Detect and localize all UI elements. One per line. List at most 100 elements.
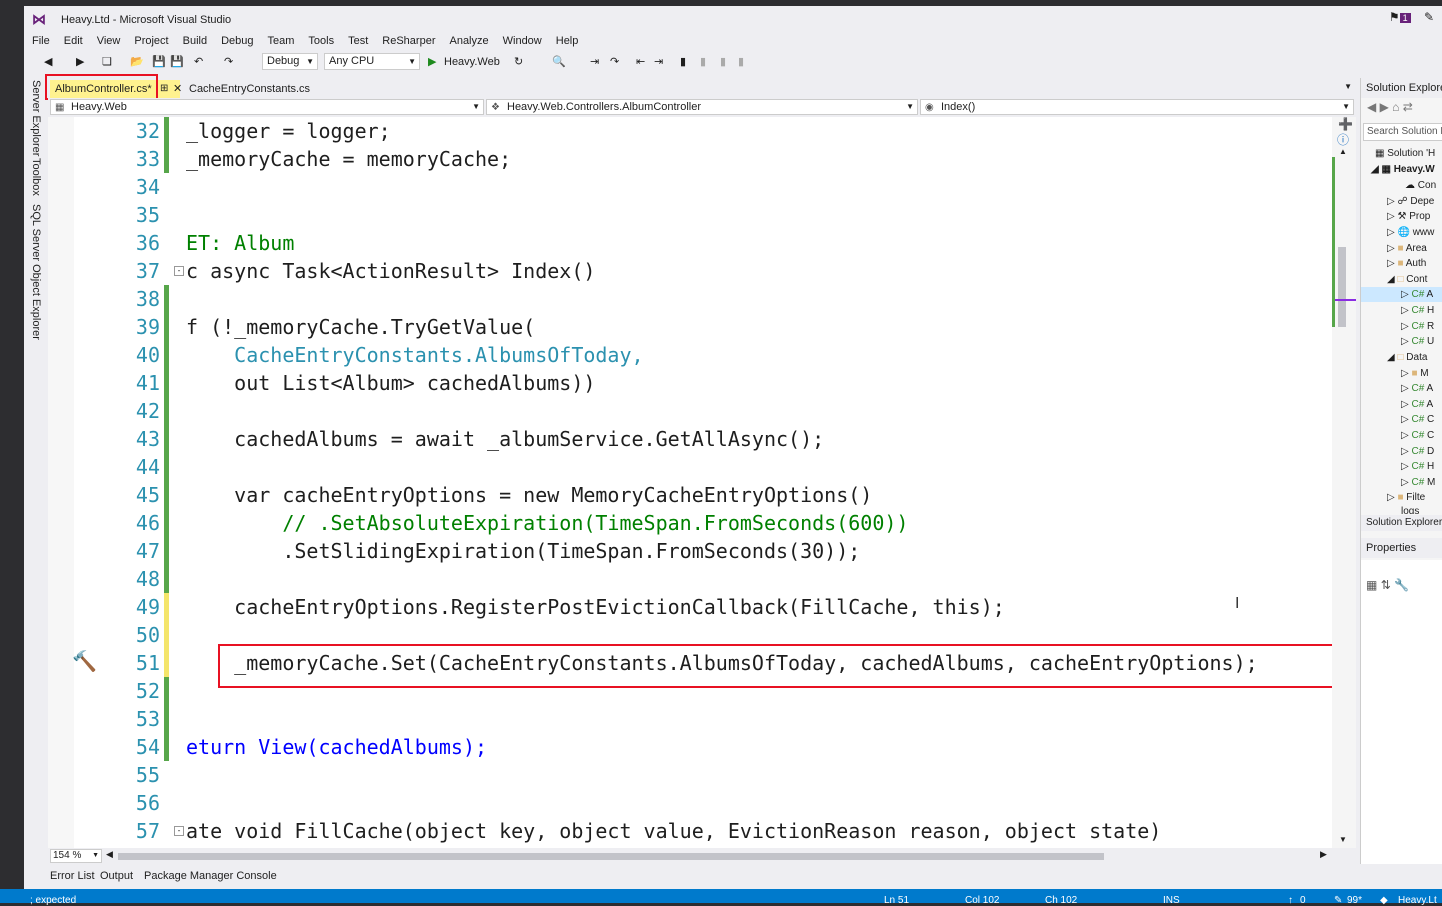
- pin-icon[interactable]: ⊞: [160, 80, 168, 98]
- code-text[interactable]: ET: Album: [186, 229, 294, 257]
- tree-item[interactable]: ▦ Solution 'H: [1375, 146, 1435, 161]
- back-icon[interactable]: ◀: [1367, 100, 1376, 114]
- close-icon[interactable]: ✕: [173, 80, 182, 98]
- notification-flag-icon[interactable]: ⚑: [1389, 10, 1400, 24]
- tree-item[interactable]: ▷ C# M: [1401, 475, 1435, 490]
- new-project-icon[interactable]: ❏: [102, 54, 112, 70]
- help-icon[interactable]: ⓘ: [1337, 131, 1349, 148]
- tree-item[interactable]: ▷ C# D: [1401, 444, 1434, 459]
- toolbox-tab[interactable]: Toolbox: [30, 158, 42, 196]
- menu-tools[interactable]: Tools: [308, 32, 334, 50]
- notification-badge[interactable]: 1: [1399, 13, 1411, 23]
- tab-package-manager-console[interactable]: Package Manager Console: [144, 870, 277, 882]
- tree-item[interactable]: ▷ ☍ Depe: [1387, 194, 1434, 209]
- code-text[interactable]: out List<Album> cachedAlbums)): [186, 369, 595, 397]
- menu-resharper[interactable]: ReSharper: [382, 32, 435, 50]
- step-icon[interactable]: ⇥: [590, 54, 599, 70]
- configuration-select[interactable]: Debug ▼: [262, 53, 318, 70]
- tree-item[interactable]: ▷ C# H: [1401, 303, 1434, 318]
- menu-team[interactable]: Team: [268, 32, 295, 50]
- code-text[interactable]: _memoryCache = memoryCache;: [186, 145, 511, 173]
- class-select[interactable]: ❖ Heavy.Web.Controllers.AlbumController ▼: [486, 99, 918, 115]
- clear-bookmarks-icon[interactable]: ▮: [738, 54, 744, 70]
- horizontal-scroll-thumb[interactable]: [118, 853, 1104, 860]
- menu-edit[interactable]: Edit: [64, 32, 83, 50]
- code-text[interactable]: _logger = logger;: [186, 117, 391, 145]
- sync-icon[interactable]: ⇄: [1403, 100, 1413, 114]
- scroll-down-icon[interactable]: ▼: [1339, 835, 1347, 844]
- tab-cache-entry-constants[interactable]: CacheEntryConstants.cs: [184, 80, 334, 98]
- open-file-icon[interactable]: 📂: [130, 54, 144, 70]
- tree-item[interactable]: ◢ ▦ Heavy.W: [1371, 162, 1435, 177]
- find-icon[interactable]: 🔍: [552, 54, 566, 70]
- menu-analyze[interactable]: Analyze: [449, 32, 488, 50]
- scroll-thumb[interactable]: [1338, 247, 1346, 327]
- next-bookmark-icon[interactable]: ▮: [720, 54, 726, 70]
- save-icon[interactable]: 💾: [152, 54, 166, 70]
- forward-icon[interactable]: ▶: [76, 54, 84, 70]
- save-all-icon[interactable]: 💾: [170, 54, 184, 70]
- alphabetical-icon[interactable]: ⇅: [1381, 578, 1391, 592]
- tree-item[interactable]: ▷ C# C: [1401, 428, 1434, 443]
- status-changes[interactable]: 99*: [1347, 895, 1362, 906]
- home-icon[interactable]: ⌂: [1392, 100, 1399, 114]
- tree-item[interactable]: ▷ C# C: [1401, 412, 1434, 427]
- tree-item[interactable]: ◢ □ Data: [1387, 350, 1427, 365]
- tree-item[interactable]: ▷ ■ Area: [1387, 241, 1427, 256]
- menu-build[interactable]: Build: [183, 32, 207, 50]
- tree-item[interactable]: ◢ □ Cont: [1387, 272, 1427, 287]
- zoom-select[interactable]: 154 % ▼: [50, 849, 102, 863]
- tree-item-selected[interactable]: ▷ C# A: [1361, 287, 1442, 302]
- undo-icon[interactable]: ↶: [194, 54, 203, 70]
- refresh-icon[interactable]: ↻: [514, 54, 523, 70]
- tree-item[interactable]: ▷ C# U: [1401, 334, 1434, 349]
- tree-item[interactable]: ▷ ■ Filte: [1387, 490, 1425, 505]
- redo-icon[interactable]: ↷: [224, 54, 233, 70]
- menu-help[interactable]: Help: [556, 32, 579, 50]
- tree-item[interactable]: logs: [1401, 504, 1419, 514]
- scroll-left-icon[interactable]: ◀: [106, 849, 113, 860]
- split-icon[interactable]: ➕: [1338, 117, 1353, 131]
- project-select[interactable]: ▦ Heavy.Web ▼: [50, 99, 484, 115]
- code-text[interactable]: // .SetAbsoluteExpiration(TimeSpan.FromS…: [186, 509, 908, 537]
- code-text[interactable]: var cacheEntryOptions = new MemoryCacheE…: [186, 481, 872, 509]
- sql-server-object-explorer-tab[interactable]: SQL Server Object Explorer: [30, 204, 42, 340]
- vertical-scrollbar[interactable]: ➕ ⓘ ▲ ▼: [1332, 117, 1356, 848]
- tab-error-list[interactable]: Error List: [50, 870, 95, 882]
- back-icon[interactable]: ◀: [44, 54, 52, 70]
- code-text[interactable]: eturn View(cachedAlbums);: [186, 733, 487, 761]
- tree-item[interactable]: ▷ C# R: [1401, 319, 1434, 334]
- tree-item[interactable]: ▷ ■ M: [1401, 366, 1429, 381]
- menu-debug[interactable]: Debug: [221, 32, 253, 50]
- property-pages-icon[interactable]: 🔧: [1394, 578, 1409, 592]
- tree-item[interactable]: ▷ ⚒ Prop: [1387, 209, 1430, 224]
- code-text[interactable]: .SetSlidingExpiration(TimeSpan.FromSecon…: [186, 537, 860, 565]
- start-button[interactable]: Heavy.Web: [444, 54, 500, 70]
- member-select[interactable]: ◉ Index() ▼: [920, 99, 1354, 115]
- status-branch[interactable]: Heavy.Lt: [1398, 895, 1437, 906]
- code-editor[interactable]: 🔨 32 _logger = logger; 33 _memoryCache = m…: [48, 117, 1332, 848]
- menu-project[interactable]: Project: [134, 32, 168, 50]
- indent-icon[interactable]: ⇥: [654, 54, 663, 70]
- collapse-icon[interactable]: -: [174, 266, 184, 276]
- feedback-icon[interactable]: ✎: [1424, 10, 1434, 24]
- server-explorer-tab[interactable]: Server Explorer: [30, 80, 42, 156]
- platform-select[interactable]: Any CPU ▼: [324, 53, 420, 70]
- code-text[interactable]: cachedAlbums = await _albumService.GetAl…: [186, 425, 824, 453]
- status-unpushed[interactable]: 0: [1300, 895, 1306, 906]
- tree-item[interactable]: ▷ C# H: [1401, 459, 1434, 474]
- solution-explorer-tab[interactable]: Solution Explorer: [1361, 515, 1442, 531]
- menu-file[interactable]: File: [32, 32, 50, 50]
- code-text[interactable]: cacheEntryOptions.RegisterPostEvictionCa…: [186, 593, 1005, 621]
- scroll-right-icon[interactable]: ▶: [1320, 849, 1327, 860]
- code-text[interactable]: CacheEntryConstants.AlbumsOfToday,: [186, 341, 643, 369]
- code-text[interactable]: f (!_memoryCache.TryGetValue(: [186, 313, 535, 341]
- bookmark-icon[interactable]: ▮: [680, 54, 686, 70]
- collapse-icon[interactable]: -: [174, 826, 184, 836]
- tree-item[interactable]: ▷ C# A: [1401, 397, 1433, 412]
- code-text[interactable]: ate void FillCache(object key, object va…: [186, 817, 1161, 845]
- tab-output[interactable]: Output: [100, 870, 133, 882]
- code-text[interactable]: c async Task<ActionResult> Index(): [186, 257, 595, 285]
- step-over-icon[interactable]: ↷: [610, 54, 619, 70]
- menu-window[interactable]: Window: [503, 32, 542, 50]
